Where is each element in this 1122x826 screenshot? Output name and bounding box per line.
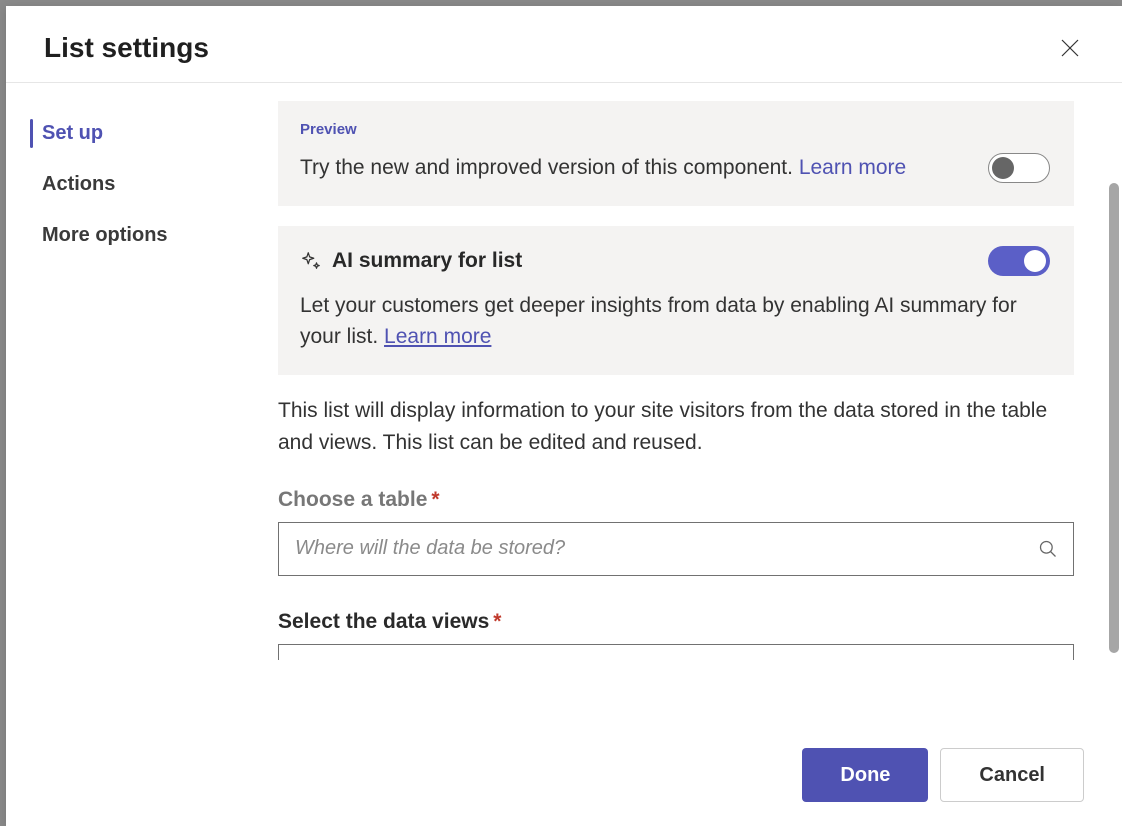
toggle-knob (992, 157, 1014, 179)
ai-title-row: AI summary for list (300, 246, 1050, 276)
sparkle-icon (300, 250, 322, 272)
select-views-input[interactable] (278, 644, 1074, 660)
preview-card: Preview Try the new and improved version… (278, 101, 1074, 206)
toggle-knob (1024, 250, 1046, 272)
close-button[interactable] (1058, 36, 1082, 60)
content-inner: Preview Try the new and improved version… (278, 101, 1074, 660)
sidebar: Set up Actions More options (6, 83, 266, 818)
dialog-header: List settings (6, 6, 1122, 83)
sidebar-item-label: Set up (42, 122, 103, 144)
close-icon (1058, 36, 1082, 60)
sidebar-item-label: More options (42, 224, 168, 246)
content-area: Preview Try the new and improved version… (266, 83, 1122, 818)
cancel-button[interactable]: Cancel (940, 748, 1084, 802)
ai-summary-text: Let your customers get deeper insights f… (300, 290, 1050, 353)
preview-learn-more-link[interactable]: Learn more (799, 156, 906, 179)
sidebar-item-setup[interactable]: Set up (6, 108, 266, 159)
ai-summary-card: AI summary for list Let your customers g… (278, 226, 1074, 375)
sidebar-item-actions[interactable]: Actions (6, 159, 266, 210)
preview-row: Try the new and improved version of this… (300, 152, 1050, 184)
sidebar-item-label: Actions (42, 173, 115, 195)
search-icon (1038, 539, 1058, 559)
preview-text: Try the new and improved version of this… (300, 152, 906, 184)
dialog-body: Set up Actions More options Preview Try … (6, 83, 1122, 818)
ai-summary-toggle[interactable] (988, 246, 1050, 276)
required-asterisk: * (431, 488, 439, 511)
preview-badge: Preview (300, 121, 1050, 138)
list-settings-dialog: List settings Set up Actions More option… (6, 6, 1122, 826)
ai-title-text: AI summary for list (332, 249, 522, 273)
done-button[interactable]: Done (802, 748, 928, 802)
ai-learn-more-link[interactable]: Learn more (384, 325, 491, 348)
list-description: This list will display information to yo… (278, 395, 1074, 460)
ai-summary-title: AI summary for list (300, 249, 522, 273)
select-views-label: Select the data views* (278, 610, 1074, 634)
choose-table-input[interactable] (278, 522, 1074, 576)
scrollbar-thumb[interactable] (1109, 183, 1119, 653)
required-asterisk: * (493, 610, 501, 633)
dialog-title: List settings (44, 32, 209, 64)
sidebar-item-more-options[interactable]: More options (6, 210, 266, 261)
preview-toggle[interactable] (988, 153, 1050, 183)
choose-table-label: Choose a table* (278, 488, 1074, 512)
dialog-footer: Done Cancel (802, 748, 1084, 802)
choose-table-input-wrap (278, 522, 1074, 576)
